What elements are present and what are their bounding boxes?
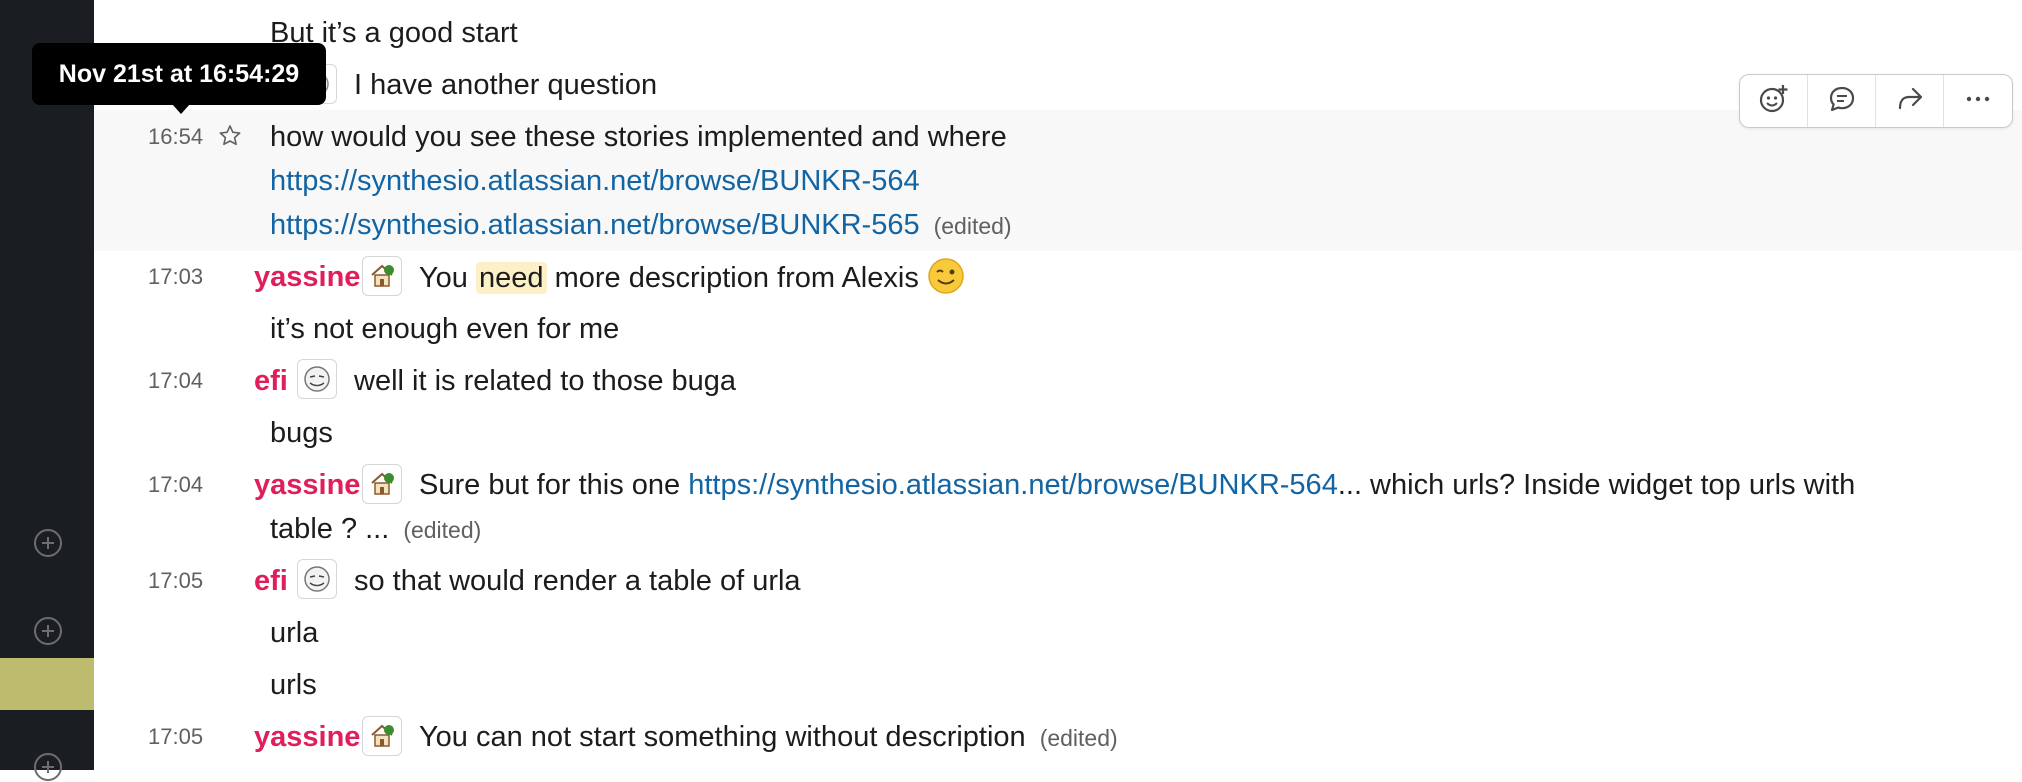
wink-emoji-icon [927, 257, 965, 295]
message-author[interactable]: efi [254, 361, 288, 401]
message-text: how would you see these stories implemen… [270, 121, 1007, 153]
message-text: Sure but for this one [419, 469, 681, 501]
message-list: But it’s a good start I have another que… [94, 0, 2022, 770]
avatar[interactable] [362, 256, 402, 296]
thread-reply-icon [1826, 83, 1858, 120]
more-actions-button[interactable] [1944, 75, 2011, 127]
message-timestamp[interactable]: 17:05 [148, 561, 203, 601]
star-icon[interactable] [218, 124, 242, 153]
edited-label: (edited) [933, 213, 1012, 239]
avatar[interactable] [297, 359, 337, 399]
message-text: urls [270, 669, 317, 701]
message-text: You [419, 262, 468, 294]
message-author[interactable]: yassine [254, 257, 360, 297]
share-message-button[interactable] [1876, 75, 1944, 127]
avatar[interactable] [362, 716, 402, 756]
message-timestamp[interactable]: 16:54 [148, 117, 203, 157]
tooltip-arrow [172, 104, 190, 114]
message-author[interactable]: efi [254, 561, 288, 601]
edited-label: (edited) [403, 517, 482, 543]
message-text: so that would render a table of urla [354, 565, 801, 597]
timestamp-tooltip: Nov 21st at 16:54:29 [32, 43, 326, 105]
message-timestamp[interactable]: 17:04 [148, 465, 203, 505]
message-text: more description from Alexis [554, 262, 919, 294]
emoji-add-icon [1758, 83, 1790, 120]
add-reaction-button[interactable] [1740, 75, 1808, 127]
edited-label: (edited) [1039, 725, 1118, 751]
share-icon [1894, 83, 1926, 120]
message-author[interactable]: yassine [254, 717, 360, 757]
avatar[interactable] [362, 464, 402, 504]
message-author[interactable]: yassine [254, 465, 360, 505]
add-circle-icon[interactable] [33, 752, 63, 782]
message-timestamp[interactable]: 17:04 [148, 361, 203, 401]
message-text: urla [270, 617, 319, 649]
message-text: ... which urls? Inside widget top urls w… [1337, 469, 1856, 501]
message-text: bugs [270, 417, 333, 449]
avatar[interactable] [297, 559, 337, 599]
sidebar-active-item[interactable] [0, 658, 94, 710]
more-actions-icon [1962, 83, 1994, 120]
workspace-sidebar [0, 0, 94, 781]
reply-in-thread-button[interactable] [1808, 75, 1876, 127]
highlighted-word: need [476, 262, 547, 294]
message-timestamp[interactable]: 17:05 [148, 717, 203, 757]
message-text: I have another question [354, 69, 658, 101]
message-text: it’s not enough even for me [270, 313, 620, 345]
message-text: well it is related to those buga [354, 365, 737, 397]
add-circle-icon[interactable] [33, 528, 63, 558]
message-text: table ? ... [270, 513, 390, 545]
message-timestamp[interactable]: 17:03 [148, 257, 203, 297]
message-text: You can not start something without desc… [419, 721, 1026, 753]
message-link[interactable]: https://synthesio.atlassian.net/browse/B… [270, 161, 920, 201]
message-actions-toolbar [1739, 74, 2013, 128]
message-link[interactable]: https://synthesio.atlassian.net/browse/B… [688, 469, 1338, 501]
add-circle-icon[interactable] [33, 616, 63, 646]
message-link[interactable]: https://synthesio.atlassian.net/browse/B… [270, 209, 920, 241]
